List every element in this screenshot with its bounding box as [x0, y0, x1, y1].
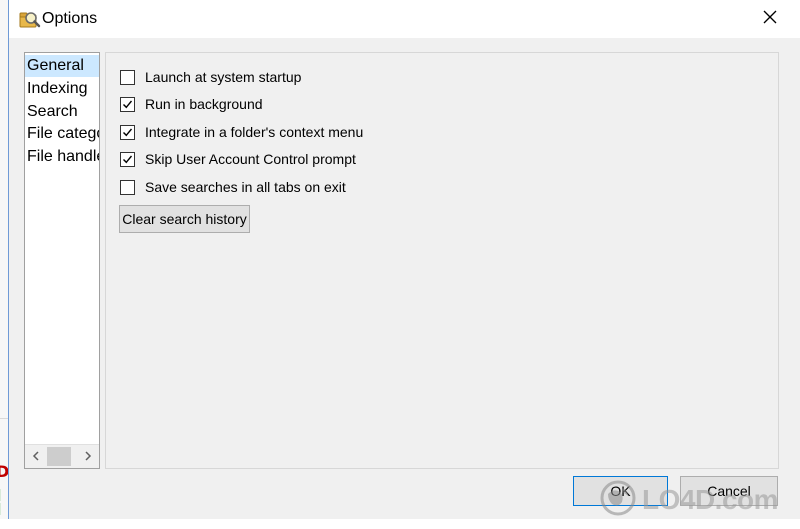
title-bar[interactable]: Options	[9, 0, 800, 38]
close-button[interactable]	[755, 4, 785, 34]
checkbox-context-menu-integration[interactable]	[120, 124, 135, 140]
close-icon	[763, 10, 777, 29]
scrollbar-thumb[interactable]	[47, 447, 71, 466]
nav-item-indexing[interactable]: Indexing	[25, 78, 99, 100]
option-skip-uac-prompt[interactable]: Skip User Account Control prompt	[120, 149, 356, 169]
checkbox-save-searches-on-exit[interactable]	[120, 179, 135, 195]
check-icon	[123, 100, 133, 108]
magnifier-folder-icon	[19, 9, 41, 29]
chevron-left-icon	[32, 448, 40, 466]
screen: D l l nf Options	[0, 0, 800, 529]
option-label: Integrate in a folder's context menu	[145, 124, 364, 140]
option-run-in-background[interactable]: Run in background	[120, 94, 263, 114]
background-taskbar-edge	[0, 519, 800, 529]
option-launch-at-startup[interactable]: Launch at system startup	[120, 67, 301, 87]
options-category-list[interactable]: General Indexing Search File categories …	[24, 52, 100, 469]
option-label: Skip User Account Control prompt	[145, 151, 356, 167]
checkbox-launch-at-startup[interactable]	[120, 69, 135, 85]
nav-item-search[interactable]: Search	[25, 101, 99, 123]
check-icon	[123, 128, 133, 136]
checkbox-skip-uac-prompt[interactable]	[120, 151, 135, 167]
background-divider	[0, 418, 8, 419]
nav-item-file-handlers[interactable]: File handlers	[25, 146, 99, 168]
clear-search-history-button[interactable]: Clear search history	[119, 205, 250, 233]
background-app: D l l nf	[0, 0, 14, 529]
general-options-panel: Launch at system startup Run in backgrou…	[105, 52, 779, 469]
option-context-menu-integration[interactable]: Integrate in a folder's context menu	[120, 122, 363, 142]
nav-item-general[interactable]: General	[25, 55, 99, 77]
option-label: Save searches in all tabs on exit	[145, 179, 346, 195]
chevron-right-icon	[84, 448, 92, 466]
window-title: Options	[42, 10, 98, 27]
option-save-searches-on-exit[interactable]: Save searches in all tabs on exit	[120, 177, 346, 197]
scroll-left-button[interactable]	[25, 445, 47, 468]
scroll-right-button[interactable]	[77, 445, 99, 468]
nav-item-file-categories[interactable]: File categories	[25, 123, 99, 145]
ok-button[interactable]: OK	[573, 476, 668, 506]
option-label: Launch at system startup	[145, 69, 302, 85]
check-icon	[123, 155, 133, 163]
checkbox-run-in-background[interactable]	[120, 96, 135, 112]
options-dialog: Options General Indexing Search File cat…	[8, 0, 800, 519]
horizontal-scrollbar[interactable]	[25, 444, 99, 468]
option-label: Run in background	[145, 96, 263, 112]
cancel-button[interactable]: Cancel	[680, 476, 778, 506]
